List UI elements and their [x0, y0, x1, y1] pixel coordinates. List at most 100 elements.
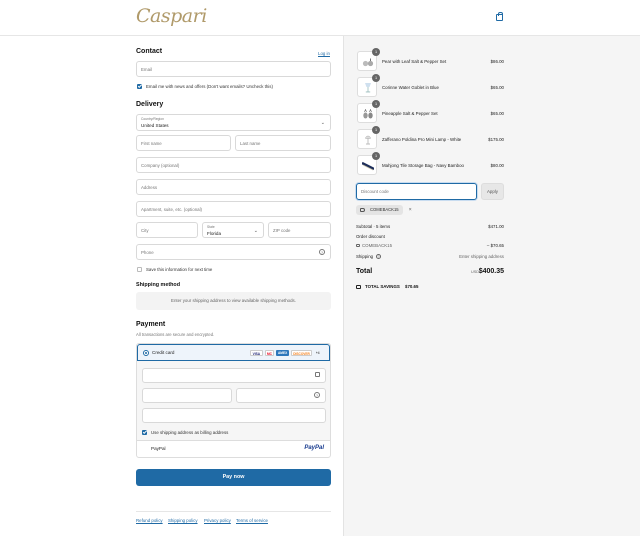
shipping-value: Enter shipping address	[459, 254, 504, 259]
chevron-down-icon: ⌄	[320, 120, 325, 126]
city-field[interactable]: City	[136, 222, 198, 238]
country-select[interactable]: Country/Region United States ⌄	[136, 114, 331, 131]
cart-item-name: Mahjong Tile Storage Bag - Navy Bamboo	[382, 163, 465, 168]
credit-card-form: ? Use shipping address as billing addres…	[137, 361, 330, 441]
city-placeholder: City	[141, 228, 149, 233]
apartment-field[interactable]: Apartment, suite, etc. (optional)	[136, 201, 331, 217]
paypal-logo: PayPal	[304, 445, 324, 451]
address-placeholder: Address	[141, 185, 158, 190]
quantity-badge: 1	[372, 100, 380, 108]
quantity-badge: 1	[372, 48, 380, 56]
news-checkbox[interactable]	[137, 84, 142, 89]
cart-item-price: $65.00	[490, 85, 504, 90]
name-on-card-field[interactable]	[142, 408, 326, 423]
zip-placeholder: ZIP code	[273, 228, 291, 233]
shipping-label: Shipping	[356, 254, 374, 259]
cart-item-thumbnail: 1	[357, 74, 380, 97]
address-field[interactable]: Address	[136, 179, 331, 195]
company-field[interactable]: Company (optional)	[136, 157, 331, 173]
billing-same-label: Use shipping address as billing address	[151, 430, 229, 435]
login-link[interactable]: Log in	[318, 51, 330, 56]
quantity-badge: 1	[372, 152, 380, 160]
save-info-checkbox[interactable]	[137, 267, 142, 272]
salt-pepper-image	[362, 58, 374, 67]
state-select[interactable]: State Florida ⌄	[202, 222, 264, 238]
tag-icon	[360, 208, 365, 212]
terms-of-service-link[interactable]: Terms of service	[236, 518, 268, 523]
shipping-policy-link[interactable]: Shipping policy	[168, 518, 198, 523]
quantity-badge: 1	[372, 74, 380, 82]
zip-field[interactable]: ZIP code	[268, 222, 331, 238]
help-icon[interactable]: ?	[314, 392, 320, 398]
applied-discount-chip: COMEBACK15 ×	[356, 205, 412, 215]
discover-icon: DISCOVER	[290, 350, 313, 356]
card-brands: VISA MC AMEX DISCOVER +4	[250, 350, 321, 356]
quantity-badge: 1	[372, 126, 380, 134]
country-label: Country/Region	[141, 117, 164, 121]
contact-heading: Contact	[136, 48, 163, 55]
save-info-label: Save this information for next time	[146, 267, 213, 272]
total-value: $400.35	[478, 268, 504, 275]
security-code-field[interactable]: ?	[236, 388, 326, 403]
shipping-method-heading: Shipping method	[136, 282, 181, 288]
mastercard-icon: MC	[264, 350, 275, 356]
card-number-field[interactable]	[142, 368, 326, 383]
cart-item-price: $175.00	[488, 137, 504, 142]
cart-item-thumbnail: 1	[357, 100, 380, 123]
help-icon[interactable]: ?	[319, 249, 325, 255]
remove-discount-icon[interactable]: ×	[409, 205, 412, 215]
pineapple-shakers-image	[363, 109, 373, 119]
privacy-policy-link[interactable]: Privacy policy	[204, 518, 231, 523]
cart-item-price: $86.00	[490, 59, 504, 64]
cart-item-name: Zafferano Poldina Pro Mini Lamp - White	[382, 137, 462, 142]
payment-subtitle: All transactions are secure and encrypte…	[136, 332, 215, 337]
lamp-image	[365, 135, 371, 145]
shopping-bag-icon[interactable]	[496, 12, 503, 21]
first-name-placeholder: First name	[141, 141, 162, 146]
discount-placeholder: Discount code	[361, 189, 389, 194]
shipping-notice: Enter your shipping address to view avai…	[136, 292, 331, 310]
apply-button[interactable]: Apply	[481, 183, 504, 200]
subtotal-label: Subtotal · 5 items	[356, 224, 391, 229]
email-placeholder: Email	[141, 67, 152, 72]
cart-item-thumbnail: 1	[357, 152, 380, 175]
credit-card-label: Credit card	[152, 350, 175, 355]
help-icon[interactable]: ?	[376, 254, 381, 259]
pay-now-button[interactable]: Pay now	[136, 469, 331, 486]
tag-icon	[356, 285, 361, 289]
news-label: Email me with news and offers (Don't wan…	[146, 84, 273, 89]
phone-field[interactable]: Phone ?	[136, 244, 331, 260]
cart-item-name: Pear with Leaf Salt & Pepper Set	[382, 59, 447, 64]
cart-item-thumbnail: 1	[357, 48, 380, 71]
credit-card-radio[interactable]	[143, 350, 149, 356]
total-savings-value: $70.65	[405, 284, 419, 289]
visa-icon: VISA	[250, 350, 263, 356]
state-label: State	[207, 225, 215, 229]
refund-policy-link[interactable]: Refund policy	[136, 518, 163, 523]
tag-icon	[356, 244, 360, 247]
state-value: Florida	[207, 231, 222, 236]
company-placeholder: Company (optional)	[141, 163, 180, 168]
paypal-option[interactable]: PayPal PayPal	[137, 441, 330, 457]
cart-item-name: Corinne Water Goblet in Blue	[382, 85, 439, 90]
chevron-down-icon: ⌄	[253, 228, 258, 234]
paypal-label: PayPal	[151, 446, 166, 451]
discount-value: – $70.65	[486, 243, 504, 248]
credit-card-option[interactable]: Credit card VISA MC AMEX DISCOVER +4	[137, 344, 330, 361]
discount-code-label: COMEBACK15	[362, 243, 393, 248]
subtotal-value: $471.00	[488, 224, 504, 229]
email-field[interactable]: Email	[136, 61, 331, 77]
discount-code-field[interactable]: Discount code	[356, 183, 477, 200]
billing-same-checkbox[interactable]	[142, 430, 147, 435]
header: Caspari	[0, 0, 640, 36]
lock-icon	[315, 372, 320, 377]
country-value: United States	[141, 123, 169, 128]
last-name-field[interactable]: Last name	[235, 135, 331, 151]
expiration-field[interactable]	[142, 388, 232, 403]
phone-placeholder: Phone	[141, 250, 154, 255]
cart-item-name: Pineapple Salt & Pepper Set	[382, 111, 438, 116]
caspari-logo[interactable]: Caspari	[136, 5, 207, 27]
apartment-placeholder: Apartment, suite, etc. (optional)	[141, 207, 203, 212]
total-label: Total	[356, 268, 373, 275]
first-name-field[interactable]: First name	[136, 135, 231, 151]
